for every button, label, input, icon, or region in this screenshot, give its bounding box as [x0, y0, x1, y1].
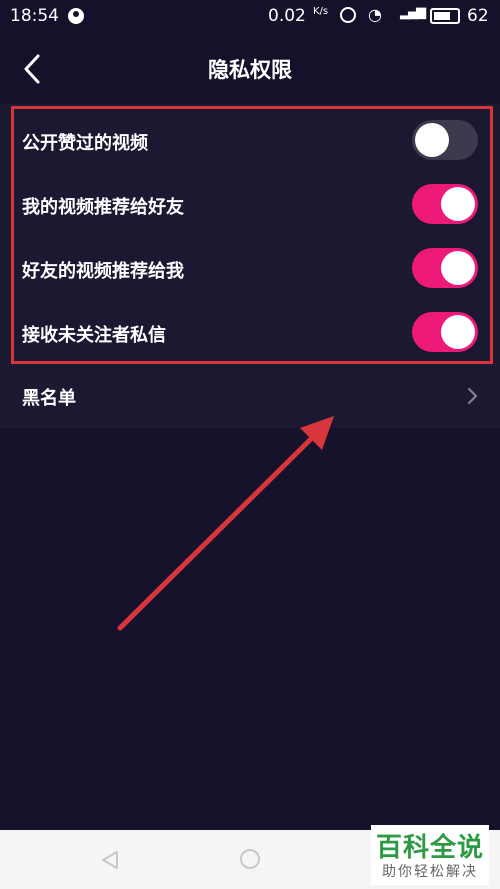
nav-bar: 隐私权限 — [0, 34, 500, 104]
nav-home-icon[interactable] — [240, 849, 260, 869]
status-bar: 18:54 0.02 K/s ◔ ▂▄▆ 62 — [0, 0, 500, 34]
alarm-icon — [340, 7, 356, 23]
signal-icon: ▂▄▆ — [400, 5, 426, 20]
blacklist-label: 黑名单 — [22, 388, 76, 409]
user-icon — [68, 8, 84, 24]
watermark-subtitle: 助你轻松解决 — [382, 864, 478, 880]
network-speed-unit: K/s — [313, 6, 329, 17]
nav-back-icon[interactable] — [100, 850, 120, 870]
wifi-icon: ◔ — [368, 5, 382, 24]
blacklist-row[interactable]: 黑名单 — [0, 364, 500, 428]
chevron-right-icon — [468, 388, 477, 404]
page-title: 隐私权限 — [208, 58, 292, 82]
battery-level: 62 — [467, 6, 489, 26]
highlight-box — [11, 106, 493, 364]
watermark-logo: 百科全说 助你轻松解决 — [371, 825, 489, 885]
status-time: 18:54 — [10, 6, 59, 26]
network-speed: 0.02 — [268, 6, 306, 26]
battery-icon — [430, 8, 460, 24]
watermark-title: 百科全说 — [375, 833, 484, 863]
